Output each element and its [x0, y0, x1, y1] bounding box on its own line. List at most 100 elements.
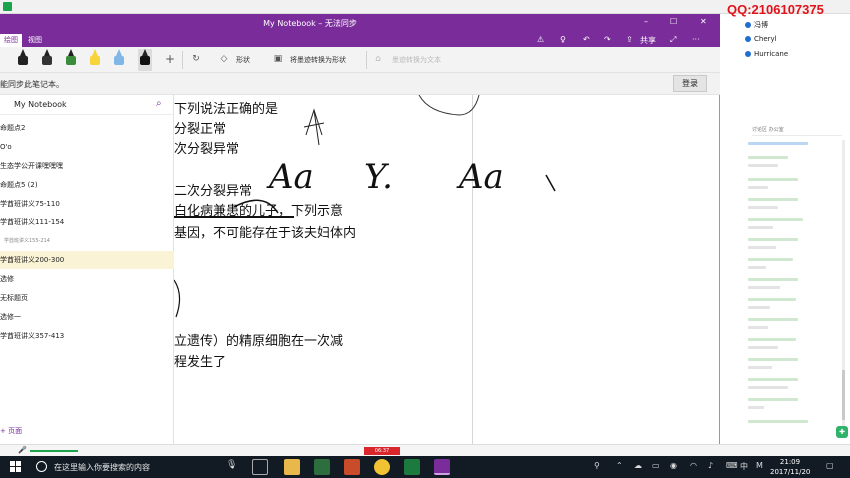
- clock[interactable]: 21:09 2017/11/20: [770, 457, 810, 477]
- chat-message: [748, 398, 798, 401]
- action-center-icon[interactable]: ▢: [826, 461, 834, 470]
- member-name: Hurricane: [754, 50, 789, 58]
- shapes-button[interactable]: 形状: [236, 55, 250, 65]
- taskbar: 在这里输入你要搜索的内容 🎙 ⚲ ⌃ ☁ ▭ ◉ ◠ ♪ ⌨ 中 M 21:09…: [0, 456, 850, 478]
- keyboard-icon[interactable]: ⌨: [726, 461, 738, 470]
- notification-icon[interactable]: ✚: [836, 426, 848, 438]
- lasso-icon[interactable]: ↻: [190, 53, 202, 65]
- microphone-icon[interactable]: 🎤: [18, 446, 27, 454]
- record-timer[interactable]: 06:37: [364, 447, 400, 455]
- lightbulb-icon[interactable]: ♀: [560, 35, 566, 44]
- file-explorer-icon[interactable]: [284, 459, 300, 475]
- section-item[interactable]: O'o: [0, 138, 174, 156]
- ime-mode-icon[interactable]: M: [756, 461, 763, 470]
- chat-scrollbar[interactable]: [842, 140, 845, 430]
- scroll-thumb[interactable]: [842, 370, 845, 420]
- undo-icon[interactable]: ↶: [583, 35, 590, 44]
- minimize-button[interactable]: –: [644, 17, 648, 26]
- chat-message: [748, 198, 798, 201]
- sync-infobar: 能同步此笔记本。 登录: [0, 73, 720, 95]
- search-icon[interactable]: ⌕: [156, 98, 162, 109]
- section-item[interactable]: 无标题页: [0, 289, 174, 307]
- notebook-header[interactable]: My Notebook ⌕: [0, 95, 174, 115]
- share-button[interactable]: 共享: [640, 35, 656, 46]
- section-item[interactable]: 学酋班讲义155-214: [0, 232, 174, 250]
- user-icon: [745, 36, 751, 42]
- user-icon: [745, 22, 751, 28]
- fullscreen-icon[interactable]: ⤢: [670, 35, 676, 45]
- ime-indicator[interactable]: 中: [740, 461, 748, 472]
- pen-green[interactable]: [66, 49, 76, 71]
- pen-dark[interactable]: [42, 49, 52, 71]
- onenote-icon[interactable]: [434, 459, 450, 475]
- section-item[interactable]: 选修一: [0, 308, 174, 326]
- section-item[interactable]: 选修: [0, 270, 174, 288]
- member-name: 冯博: [754, 21, 768, 29]
- pen-selected[interactable]: [138, 49, 152, 71]
- cortana-icon[interactable]: [36, 461, 47, 472]
- ink-to-text-button[interactable]: 墨迹转换为文本: [392, 55, 441, 65]
- wifi-icon[interactable]: ◠: [690, 461, 697, 470]
- section-list: My Notebook ⌕ 命题点2 O'o 生态学公开课嘿嘿嘿 命题点5 (2…: [0, 95, 174, 444]
- microphone-icon[interactable]: 🎙: [226, 460, 237, 470]
- ink-to-shape-icon[interactable]: ▣: [272, 53, 284, 65]
- member-item[interactable]: Hurricane: [745, 50, 788, 58]
- section-item[interactable]: 学酋班讲义111-154: [0, 213, 174, 231]
- section-item[interactable]: 命题点5 (2): [0, 176, 174, 194]
- ink-to-text-icon[interactable]: ⌂: [372, 53, 384, 65]
- ink-to-shape-button[interactable]: 将墨迹转换为形状: [290, 55, 346, 65]
- tab-draw[interactable]: 绘图: [0, 34, 22, 47]
- section-item-selected[interactable]: 学酋班讲义200-300: [0, 251, 174, 269]
- section-item[interactable]: 命题点2: [0, 119, 174, 137]
- cloud-icon[interactable]: ☁: [634, 461, 642, 470]
- separator: [182, 51, 183, 69]
- more-button[interactable]: ···: [692, 35, 700, 44]
- page-canvas[interactable]: 下列说法正确的是 分裂正常 次分裂异常 二次分裂异常 白化病兼患的儿子，下列示意…: [174, 95, 719, 444]
- tab-view[interactable]: 视图: [28, 35, 42, 45]
- chat-message: [748, 326, 768, 329]
- excel-icon[interactable]: [404, 459, 420, 475]
- chat-tabs[interactable]: 讨论区 办公室: [752, 126, 842, 136]
- host-app-logo-icon: [3, 2, 12, 11]
- sync-message: 能同步此笔记本。: [0, 80, 64, 89]
- ink-layer: [174, 95, 556, 318]
- taskbar-search-input[interactable]: 在这里输入你要搜索的内容: [54, 462, 150, 473]
- chat-message: [748, 206, 778, 209]
- add-pen-button[interactable]: +: [164, 53, 176, 65]
- title-bar: My Notebook – 无法同步 – ☐ ✕: [0, 14, 720, 32]
- login-button[interactable]: 登录: [673, 75, 707, 92]
- warning-icon[interactable]: ⚠: [537, 35, 544, 44]
- chat-message: [748, 164, 778, 167]
- app-icon[interactable]: [344, 459, 360, 475]
- close-button[interactable]: ✕: [700, 17, 707, 26]
- shapes-icon[interactable]: ◇: [218, 53, 230, 65]
- app-tray-icon[interactable]: ◉: [670, 461, 677, 470]
- host-app-topbar: [0, 0, 850, 14]
- browser-icon[interactable]: [374, 459, 390, 475]
- chat-message: [748, 420, 808, 423]
- network-icon[interactable]: ▭: [652, 461, 660, 470]
- highlighter-blue[interactable]: [114, 49, 124, 71]
- pen-black[interactable]: [18, 49, 28, 71]
- start-button[interactable]: [10, 461, 22, 473]
- member-item[interactable]: Cheryl: [745, 35, 777, 43]
- section-item[interactable]: 学酋班讲义357-413: [0, 327, 174, 345]
- volume-slider[interactable]: [30, 450, 78, 452]
- chat-message: [748, 366, 772, 369]
- chevron-up-icon[interactable]: ⌃: [616, 461, 623, 470]
- chat-message: [748, 378, 798, 381]
- member-item[interactable]: 冯博: [745, 20, 768, 30]
- section-item[interactable]: 学酋班讲义75-110: [0, 195, 174, 213]
- chat-message: [748, 258, 793, 261]
- maximize-button[interactable]: ☐: [670, 17, 677, 26]
- share-icon[interactable]: ⇪: [626, 35, 633, 44]
- task-view-icon[interactable]: [252, 459, 268, 475]
- redo-icon[interactable]: ↷: [604, 35, 611, 44]
- highlighter-yellow[interactable]: [90, 49, 100, 71]
- people-icon[interactable]: ⚲: [594, 461, 600, 470]
- add-page-button[interactable]: + 页面: [0, 426, 22, 436]
- section-item[interactable]: 生态学公开课嘿嘿嘿: [0, 157, 174, 175]
- store-icon[interactable]: [314, 459, 330, 475]
- volume-icon[interactable]: ♪: [708, 461, 713, 470]
- ribbon-tabs: 绘图 视图 ⚠ ♀ ↶ ↷ ⇪ 共享 ⤢ ···: [0, 32, 720, 47]
